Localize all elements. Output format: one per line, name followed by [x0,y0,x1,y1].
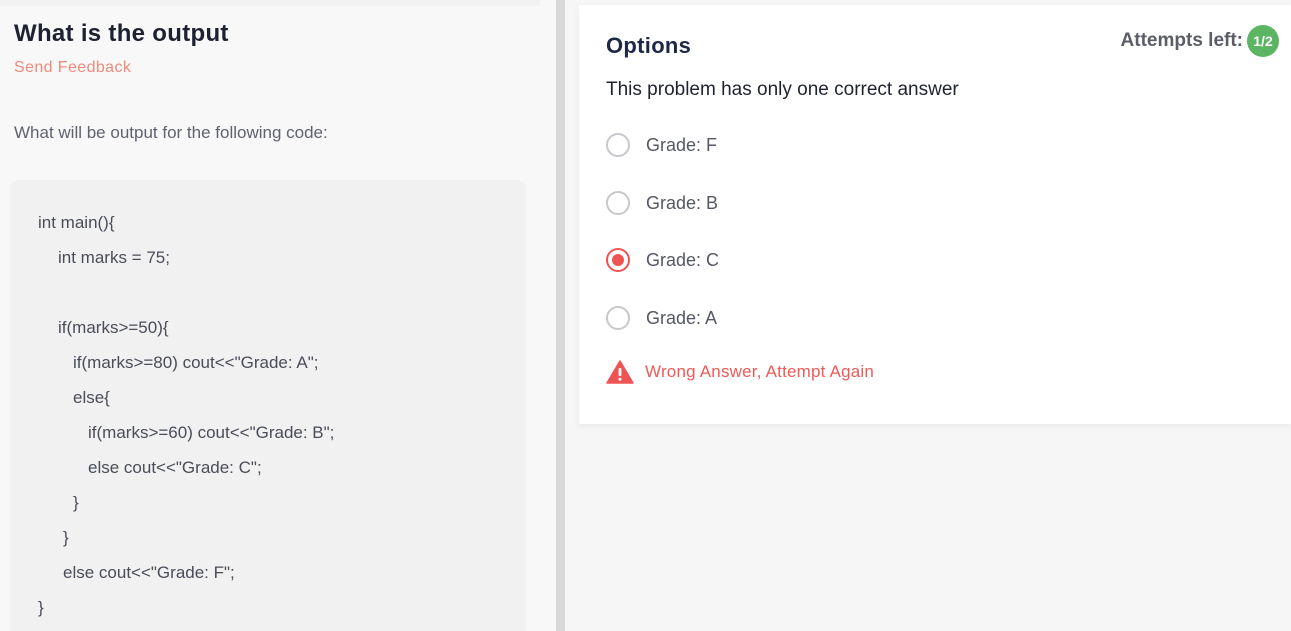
code-block: int main(){ int marks = 75; if(marks>=50… [10,180,526,631]
panel-top-border [0,0,540,6]
code-line: int main(){ [38,213,115,232]
options-card: Options Attempts left: 1/2 This problem … [579,5,1291,424]
radio-button[interactable] [606,133,630,157]
option-grade-b[interactable]: Grade: B [606,191,718,215]
code-line: else{ [73,388,110,407]
send-feedback-link[interactable]: Send Feedback [14,59,131,77]
warning-triangle-icon [606,360,634,384]
attempts-badge: 1/2 [1247,25,1279,57]
question-panel: What is the output Send Feedback What wi… [0,0,556,631]
question-prompt: What will be output for the following co… [14,123,328,142]
code-line: int marks = 75; [58,248,170,267]
code-line: if(marks>=80) cout<<"Grade: A"; [73,353,319,372]
option-label: Grade: F [646,134,718,155]
code-line: } [38,598,44,617]
attempts-label: Attempts left: [1120,30,1243,51]
code-line: else cout<<"Grade: F"; [63,563,235,582]
options-title: Options [606,33,692,58]
attempts-indicator: Attempts left: 1/2 [1121,25,1279,57]
option-grade-c[interactable]: Grade: C [606,248,719,272]
option-grade-f[interactable]: Grade: F [606,133,717,157]
radio-button[interactable] [606,191,630,215]
error-message: Wrong Answer, Attempt Again [606,360,874,384]
code-line: } [73,493,79,512]
option-label: Grade: A [646,307,718,328]
error-text: Wrong Answer, Attempt Again [645,362,875,381]
code-line: if(marks>=60) cout<<"Grade: B"; [88,423,335,442]
option-grade-a[interactable]: Grade: A [606,306,717,330]
code-line: else cout<<"Grade: C"; [88,458,262,477]
code-line: if(marks>=50){ [58,318,169,337]
code-line: } [63,528,69,547]
option-label: Grade: C [646,249,720,270]
options-subtitle: This problem has only one correct answer [606,79,959,100]
question-title: What is the output [14,20,229,47]
radio-button-selected[interactable] [606,248,630,272]
option-label: Grade: B [646,192,719,213]
radio-button[interactable] [606,306,630,330]
panel-resize-handle[interactable] [556,0,565,631]
